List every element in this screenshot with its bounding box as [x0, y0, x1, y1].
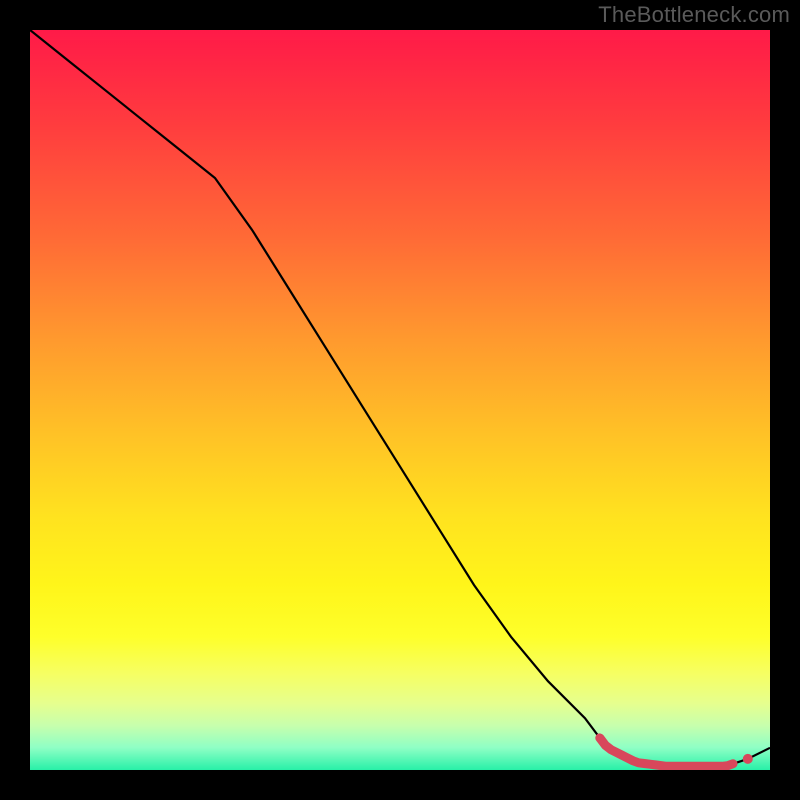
chart-svg — [30, 30, 770, 770]
optimal-region-stroke — [600, 738, 733, 766]
optimal-region-end-dot — [743, 754, 753, 764]
chart-frame: TheBottleneck.com — [0, 0, 800, 800]
bottleneck-curve — [30, 30, 770, 766]
watermark-text: TheBottleneck.com — [598, 2, 790, 28]
plot-area — [30, 30, 770, 770]
